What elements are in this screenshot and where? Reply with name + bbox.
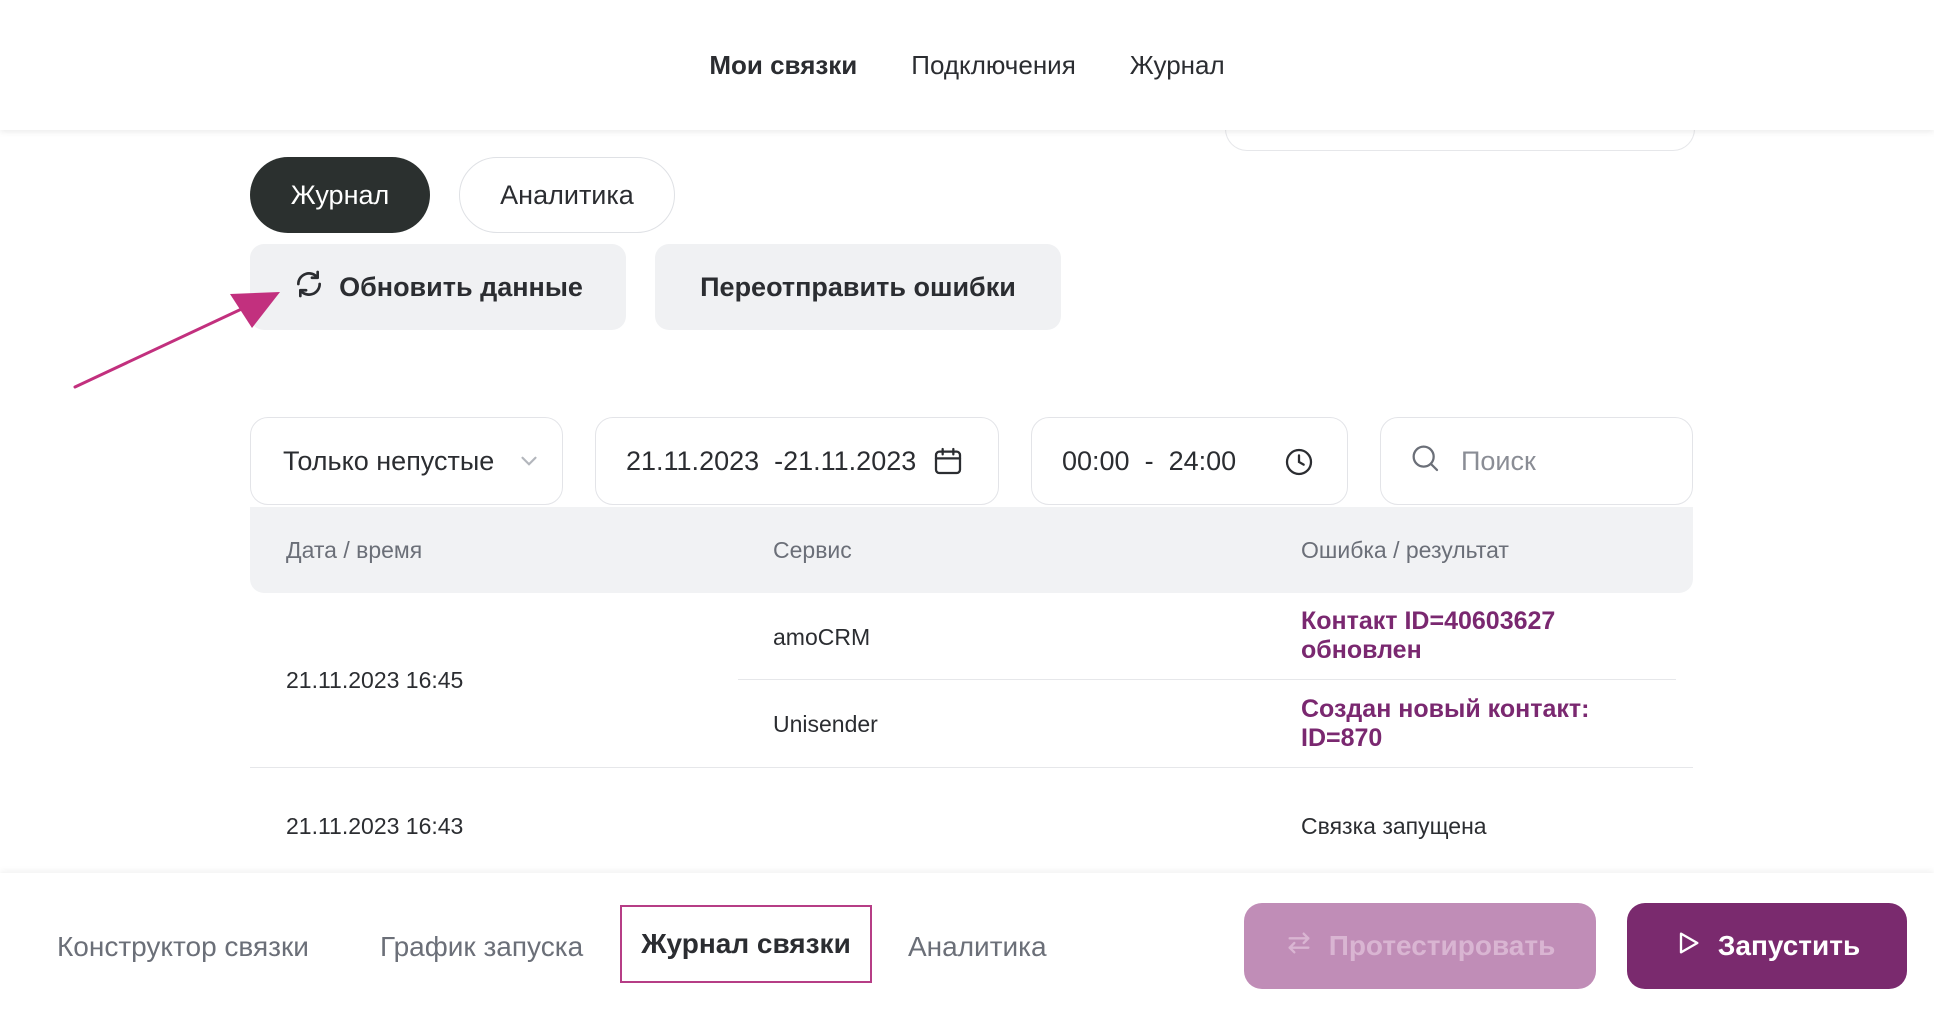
tab-journal[interactable]: Журнал [250,157,430,233]
swap-arrows-icon [1285,929,1313,964]
play-icon [1674,929,1702,964]
row-1-service-2: Unisender [773,711,878,737]
row-1-datetime: 21.11.2023 16:45 [286,667,464,693]
test-button[interactable]: Протестировать [1244,903,1596,989]
column-service: Сервис [773,537,852,563]
search-placeholder: Поиск [1461,445,1536,476]
refresh-data-button[interactable]: Обновить данные [250,244,626,330]
bottom-tab-schedule[interactable]: График запуска [380,931,583,963]
nav-journal[interactable]: Журнал [1130,50,1225,81]
row-1-service-1: amoCRM [773,624,871,650]
resend-errors-button[interactable]: Переотправить ошибки [655,244,1061,330]
mode-select[interactable]: Только непустые [250,417,563,505]
row-divider [250,767,1693,768]
run-button[interactable]: Запустить [1627,903,1907,989]
mode-select-value: Только непустые [283,445,495,476]
nav-my-bundles[interactable]: Мои связки [709,50,857,81]
search-input[interactable]: Поиск [1380,417,1693,505]
top-navigation: Мои связки Подключения Журнал [0,0,1934,130]
search-icon [1409,442,1441,481]
row-2-datetime: 21.11.2023 16:43 [286,813,464,839]
column-result: Ошибка / результат [1301,537,1509,563]
annotation-arrow [73,292,280,389]
column-datetime: Дата / время [286,537,423,563]
nav-connections[interactable]: Подключения [911,50,1075,81]
time-range-value: 00:00 - 24:00 [1062,445,1237,476]
date-range-input[interactable]: 21.11.2023 -21.11.2023 [595,417,999,505]
clock-icon[interactable] [1283,446,1315,485]
bottom-bar: Конструктор связки График запуска Журнал… [0,873,1934,1010]
run-button-label: Запустить [1717,930,1861,961]
row-1-result-1: Контакт ID=40603627 обновлен [1301,607,1556,664]
chevron-down-icon [516,448,542,481]
bottom-tab-constructor[interactable]: Конструктор связки [57,931,309,963]
table-header: Дата / время Сервис Ошибка / результат [250,507,1693,593]
time-range-input[interactable]: 00:00 - 24:00 [1031,417,1348,505]
bottom-tab-analytics[interactable]: Аналитика [908,931,1047,963]
calendar-icon[interactable] [932,445,964,484]
date-range-value: 21.11.2023 -21.11.2023 [626,445,917,476]
row-1-result-2: Создан новый контакт: ID=870 [1301,695,1590,752]
row-2-result: Связка запущена [1301,813,1487,839]
bottom-tab-journal[interactable]: Журнал связки [620,905,872,983]
refresh-data-label: Обновить данные [339,271,583,302]
row-divider [738,679,1676,680]
test-button-label: Протестировать [1328,930,1556,961]
tab-analytics[interactable]: Аналитика [459,157,675,233]
